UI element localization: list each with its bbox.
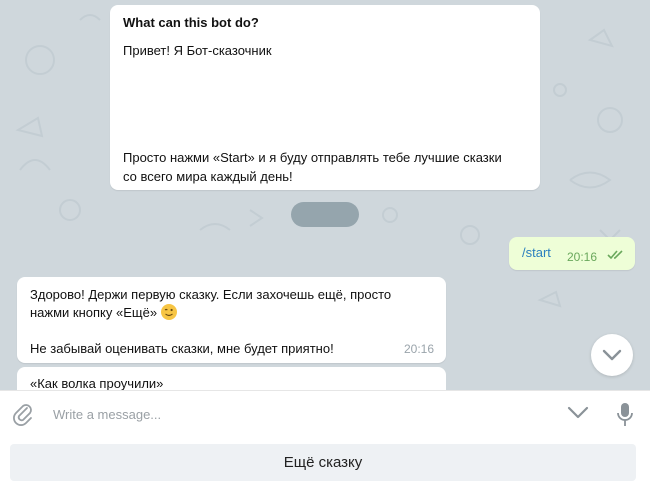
message-input[interactable] [53,404,533,424]
scroll-down-button[interactable] [591,334,633,376]
date-separator [291,202,359,227]
chevron-down-icon [602,349,622,361]
chevron-down-icon [567,406,589,419]
outgoing-message[interactable]: /start 20:16 [509,237,635,270]
more-stories-button[interactable]: Ещё сказку [10,444,636,481]
bot-description-text: Просто нажми «Start» и я буду отправлять… [123,148,523,186]
message-composer [0,390,650,436]
incoming-message-2-text: «Как волка проучили» [30,376,164,390]
bot-description-title: What can this bot do? [123,15,259,30]
incoming-message[interactable]: Здорово! Держи первую сказку. Если захоч… [17,277,446,363]
bot-description-line-1: Просто нажми «Start» и я буду отправлять… [123,150,502,165]
bot-keyboard-toggle[interactable] [567,406,589,425]
microphone-icon [617,403,633,426]
bot-description-card: What can this bot do? Привет! Я Бот-сказ… [110,5,540,190]
incoming-message-line-2-wrap: нажми кнопку «Ещё» [30,304,433,322]
incoming-message-time: 20:16 [403,342,434,356]
incoming-message-line-2: нажми кнопку «Ещё» [30,305,158,320]
voice-record-button[interactable] [615,402,635,433]
paperclip-icon [13,404,32,426]
incoming-message-line-3: Не забывай оценивать сказки, мне будет п… [30,341,334,356]
winking-face-icon [161,304,178,320]
double-check-icon [607,250,623,260]
message-spacer [30,322,433,340]
bot-greeting-text: Привет! Я Бот-сказочник [123,43,272,58]
telegram-chat-window: What can this bot do? Привет! Я Бот-сказ… [0,0,650,487]
chat-area[interactable]: What can this bot do? Привет! Я Бот-сказ… [0,0,650,390]
bot-reply-keyboard: Ещё сказку [0,436,650,487]
attach-button[interactable] [11,402,35,431]
outgoing-message-text[interactable]: /start [522,245,551,260]
incoming-message-2[interactable]: «Как волка проучили» [17,367,446,390]
incoming-message-line-1: Здорово! Держи первую сказку. Если захоч… [30,287,392,302]
bot-description-line-2: со всего мира каждый день! [123,169,293,184]
outgoing-message-time: 20:16 [567,250,598,264]
